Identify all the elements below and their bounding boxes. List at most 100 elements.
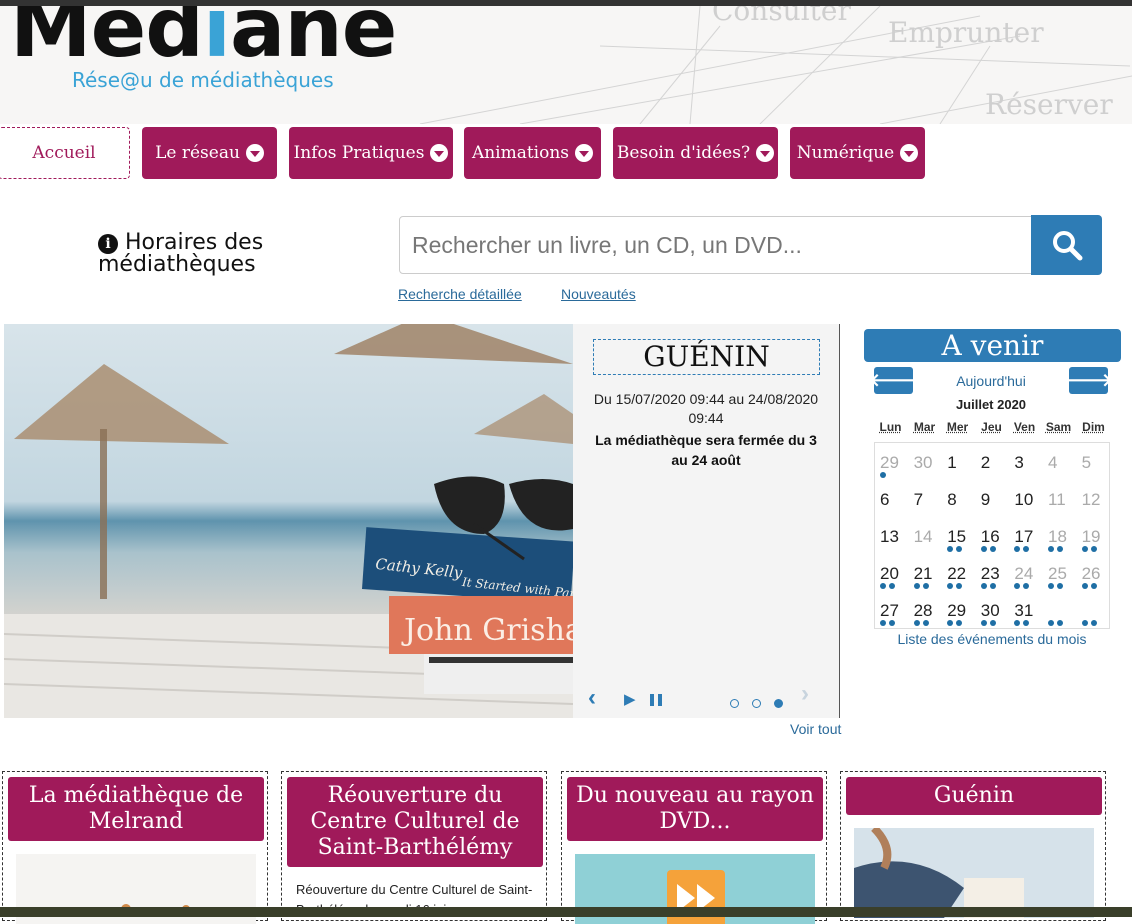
news-card-image[interactable]: [854, 828, 1094, 918]
calendar-day[interactable]: 22: [942, 554, 975, 591]
search-icon: [1052, 231, 1082, 261]
calendar-day[interactable]: 17: [1009, 517, 1042, 554]
next-month-button[interactable]: 🡒: [1064, 367, 1113, 394]
slide-dot-2[interactable]: [752, 699, 761, 708]
book-spine-grisham: John Grisham: [401, 613, 573, 648]
prev-month-button[interactable]: 🡐: [869, 367, 918, 394]
calendar-day[interactable]: 11: [1043, 480, 1076, 517]
chevron-right-icon[interactable]: ›: [801, 680, 809, 708]
nav-item-practical-info[interactable]: Infos Pratiques: [289, 127, 453, 179]
calendar-day[interactable]: 23: [976, 554, 1009, 591]
slide-title[interactable]: GUÉNIN: [593, 339, 820, 375]
event-dot: [889, 620, 895, 626]
header-word-consult: Consulter: [712, 6, 851, 27]
calendar-day[interactable]: 28: [909, 591, 942, 628]
calendar-day[interactable]: 26: [1077, 554, 1110, 591]
nav-label: Numérique: [796, 143, 895, 163]
event-dot: [1048, 583, 1054, 589]
slide-image[interactable]: Cathy Kelly It Started with Paris John G…: [4, 324, 573, 718]
advanced-search-link[interactable]: Recherche détaillée: [398, 286, 522, 302]
event-dots: [1014, 583, 1030, 589]
event-dot: [1081, 583, 1088, 589]
month-events-link[interactable]: Liste des événements du mois: [874, 631, 1110, 647]
event-dots: [880, 472, 886, 478]
calendar-day[interactable]: 24: [1009, 554, 1042, 591]
calendar-day[interactable]: 13: [875, 517, 908, 554]
search-input[interactable]: [399, 216, 1032, 274]
reading-image: [854, 828, 1094, 918]
calendar-day[interactable]: 12: [1077, 480, 1110, 517]
calendar-day[interactable]: 15: [942, 517, 975, 554]
calendar-day[interactable]: 29: [942, 591, 975, 628]
calendar-day[interactable]: 19: [1077, 517, 1110, 554]
calendar-day[interactable]: 5: [1077, 443, 1110, 480]
event-dot: [922, 620, 929, 626]
calendar-day[interactable]: 7: [909, 480, 942, 517]
see-all-link[interactable]: Voir tout: [790, 721, 841, 737]
calendar-day-number: 21: [913, 564, 933, 583]
calendar-day-number: 1: [947, 453, 957, 472]
calendar-day[interactable]: 16: [976, 517, 1009, 554]
today-link[interactable]: Aujourd'hui: [940, 373, 1042, 389]
calendar-day[interactable]: 20: [875, 554, 908, 591]
news-card[interactable]: La médiathèque de Melrand: [2, 771, 268, 924]
news-card[interactable]: Guénin: [840, 771, 1106, 921]
news-card-title[interactable]: La médiathèque de Melrand: [8, 777, 264, 841]
event-dot: [922, 583, 929, 589]
nav-item-network[interactable]: Le réseau: [142, 127, 277, 179]
calendar-day[interactable]: 29: [875, 443, 908, 480]
calendar-day-number: 6: [880, 490, 890, 509]
nav-item-digital[interactable]: Numérique: [790, 127, 925, 179]
event-dots: [880, 583, 895, 589]
event-dots: [1014, 620, 1030, 626]
event-dot: [1048, 620, 1054, 626]
pause-icon[interactable]: [650, 694, 662, 706]
calendar-day[interactable]: 30: [976, 591, 1009, 628]
calendar-day[interactable]: 2: [976, 443, 1009, 480]
chevron-left-icon[interactable]: ‹: [588, 684, 596, 712]
info-icon: i: [98, 234, 118, 254]
calendar-day[interactable]: 4: [1043, 443, 1076, 480]
search-button[interactable]: [1031, 215, 1102, 275]
calendar-day-number: 29: [880, 453, 899, 472]
calendar-day[interactable]: 27: [875, 591, 908, 628]
nav-item-home[interactable]: Accueil: [0, 127, 130, 179]
calendar-day[interactable]: 10: [1009, 480, 1042, 517]
calendar-day[interactable]: 1: [942, 443, 975, 480]
calendar-day-number: 14: [913, 527, 933, 546]
calendar-day[interactable]: 3: [1009, 443, 1042, 480]
opening-hours-link[interactable]: i Horaires des médiathèques: [98, 232, 288, 276]
calendar-day[interactable]: 9: [976, 480, 1009, 517]
calendar-day[interactable]: 18: [1043, 517, 1076, 554]
play-icon[interactable]: ▶: [624, 690, 636, 708]
calendar-day[interactable]: 25: [1043, 554, 1076, 591]
event-dot: [1090, 583, 1097, 589]
calendar-day-number: 2: [980, 453, 991, 472]
new-items-link[interactable]: Nouveautés: [561, 286, 636, 302]
calendar-grid: 29 30 1 2 3 4 5 6 7 8 9 10 11 12 13 14 15 16 17 18 19 20 21 22 2…: [874, 442, 1110, 629]
calendar-day[interactable]: 31: [1009, 591, 1042, 628]
calendar-day[interactable]: 30: [909, 443, 942, 480]
calendar-day[interactable]: 14: [909, 517, 942, 554]
news-card[interactable]: Réouverture du Centre Culturel de Saint-…: [281, 771, 547, 921]
calendar-day[interactable]: 21: [909, 554, 942, 591]
event-dot: [1057, 546, 1063, 552]
slide-dot-1[interactable]: [730, 699, 739, 708]
calendar-day[interactable]: 6: [875, 480, 908, 517]
slide-dates: Du 15/07/2020 09:44 au 24/08/2020 09:44: [593, 391, 819, 426]
weekday-header: Sam: [1045, 420, 1072, 434]
event-dots: [880, 620, 895, 626]
event-dot: [1023, 620, 1030, 626]
news-card-title[interactable]: Du nouveau au rayon DVD...: [567, 777, 823, 841]
news-card-title[interactable]: Guénin: [846, 777, 1102, 815]
calendar-day[interactable]: 8: [942, 480, 975, 517]
event-dot: [913, 620, 920, 626]
slide-dot-3[interactable]: [774, 699, 783, 708]
site-logo[interactable]: Médiane: [10, 6, 397, 70]
news-card[interactable]: Du nouveau au rayon DVD...: [561, 771, 827, 924]
event-dots: [913, 583, 929, 589]
nav-item-ideas[interactable]: Besoin d'idées?: [613, 127, 778, 179]
nav-item-animations[interactable]: Animations: [464, 127, 601, 179]
event-dot: [1057, 620, 1063, 626]
news-card-title[interactable]: Réouverture du Centre Culturel de Saint-…: [287, 777, 543, 867]
